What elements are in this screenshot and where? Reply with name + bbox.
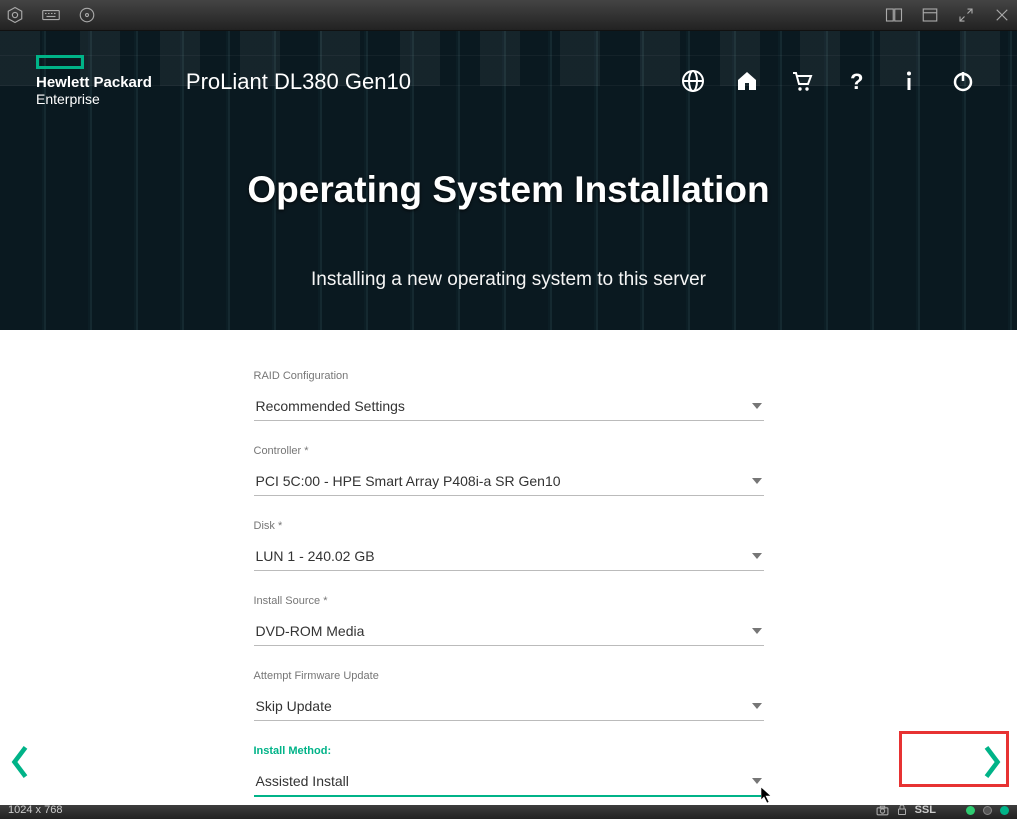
- field-disk: Disk * LUN 1 - 240.02 GB: [254, 520, 764, 571]
- chevron-down-icon: [752, 778, 762, 784]
- info-icon[interactable]: [897, 69, 921, 93]
- disc-icon[interactable]: [76, 4, 98, 26]
- select-install-source[interactable]: DVD-ROM Media: [254, 617, 764, 646]
- svg-text:?: ?: [850, 69, 863, 93]
- help-icon[interactable]: ?: [843, 69, 867, 93]
- back-button[interactable]: [5, 737, 35, 787]
- page-title: Operating System Installation: [0, 169, 1017, 211]
- status-dot-connected-icon: [966, 806, 975, 815]
- label-install-source: Install Source *: [254, 595, 764, 607]
- select-disk[interactable]: LUN 1 - 240.02 GB: [254, 542, 764, 571]
- label-firmware: Attempt Firmware Update: [254, 670, 764, 682]
- lock-icon: [897, 804, 907, 816]
- select-install-method[interactable]: Assisted Install: [254, 767, 764, 797]
- banner: Hewlett Packard Enterprise ProLiant DL38…: [0, 31, 1017, 330]
- page-subtitle: Installing a new operating system to thi…: [0, 269, 1017, 291]
- banner-header: Hewlett Packard Enterprise ProLiant DL38…: [0, 31, 1017, 113]
- field-install-source: Install Source * DVD-ROM Media: [254, 595, 764, 646]
- chevron-down-icon: [752, 628, 762, 634]
- settings-hex-icon[interactable]: [4, 4, 26, 26]
- chevron-down-icon: [752, 403, 762, 409]
- field-controller: Controller * PCI 5C:00 - HPE Smart Array…: [254, 445, 764, 496]
- close-icon[interactable]: [991, 4, 1013, 26]
- label-disk: Disk *: [254, 520, 764, 532]
- resolution-readout: 1024 x 768: [8, 804, 62, 816]
- header-icons: ?: [681, 69, 975, 93]
- value-raid: Recommended Settings: [256, 398, 405, 414]
- field-firmware: Attempt Firmware Update Skip Update: [254, 670, 764, 721]
- multi-window-icon[interactable]: [883, 4, 905, 26]
- power-icon[interactable]: [951, 69, 975, 93]
- product-name: ProLiant DL380 Gen10: [186, 69, 411, 95]
- field-raid: RAID Configuration Recommended Settings: [254, 370, 764, 421]
- value-install-source: DVD-ROM Media: [256, 623, 365, 639]
- select-controller[interactable]: PCI 5C:00 - HPE Smart Array P408i-a SR G…: [254, 467, 764, 496]
- value-disk: LUN 1 - 240.02 GB: [256, 548, 375, 564]
- ssl-label: SSL: [915, 804, 936, 816]
- label-controller: Controller *: [254, 445, 764, 457]
- value-install-method: Assisted Install: [256, 773, 349, 789]
- select-firmware[interactable]: Skip Update: [254, 692, 764, 721]
- status-dot-power-icon: [1000, 806, 1009, 815]
- chevron-down-icon: [752, 553, 762, 559]
- viewer-top-bar: [0, 0, 1017, 31]
- camera-icon[interactable]: [876, 805, 889, 816]
- brand-block: Hewlett Packard Enterprise ProLiant DL38…: [36, 55, 411, 107]
- cart-icon[interactable]: [789, 69, 813, 93]
- home-icon[interactable]: [735, 69, 759, 93]
- value-firmware: Skip Update: [256, 698, 332, 714]
- status-dot-idle-icon: [983, 806, 992, 815]
- label-raid: RAID Configuration: [254, 370, 764, 382]
- field-install-method: Install Method: Assisted Install: [254, 745, 764, 797]
- app-content: Hewlett Packard Enterprise ProLiant DL38…: [0, 31, 1017, 800]
- value-controller: PCI 5C:00 - HPE Smart Array P408i-a SR G…: [256, 473, 561, 489]
- fullscreen-icon[interactable]: [955, 4, 977, 26]
- select-raid[interactable]: Recommended Settings: [254, 392, 764, 421]
- form-area: RAID Configuration Recommended Settings …: [0, 330, 1017, 805]
- hpe-logo-icon: [36, 55, 84, 69]
- next-button[interactable]: [977, 737, 1007, 787]
- single-window-icon[interactable]: [919, 4, 941, 26]
- chevron-down-icon: [752, 703, 762, 709]
- brand-line2: Enterprise: [36, 91, 152, 107]
- label-install-method: Install Method:: [254, 745, 764, 757]
- language-icon[interactable]: [681, 69, 705, 93]
- keyboard-icon[interactable]: [40, 4, 62, 26]
- chevron-down-icon: [752, 478, 762, 484]
- brand-line1: Hewlett Packard: [36, 75, 152, 91]
